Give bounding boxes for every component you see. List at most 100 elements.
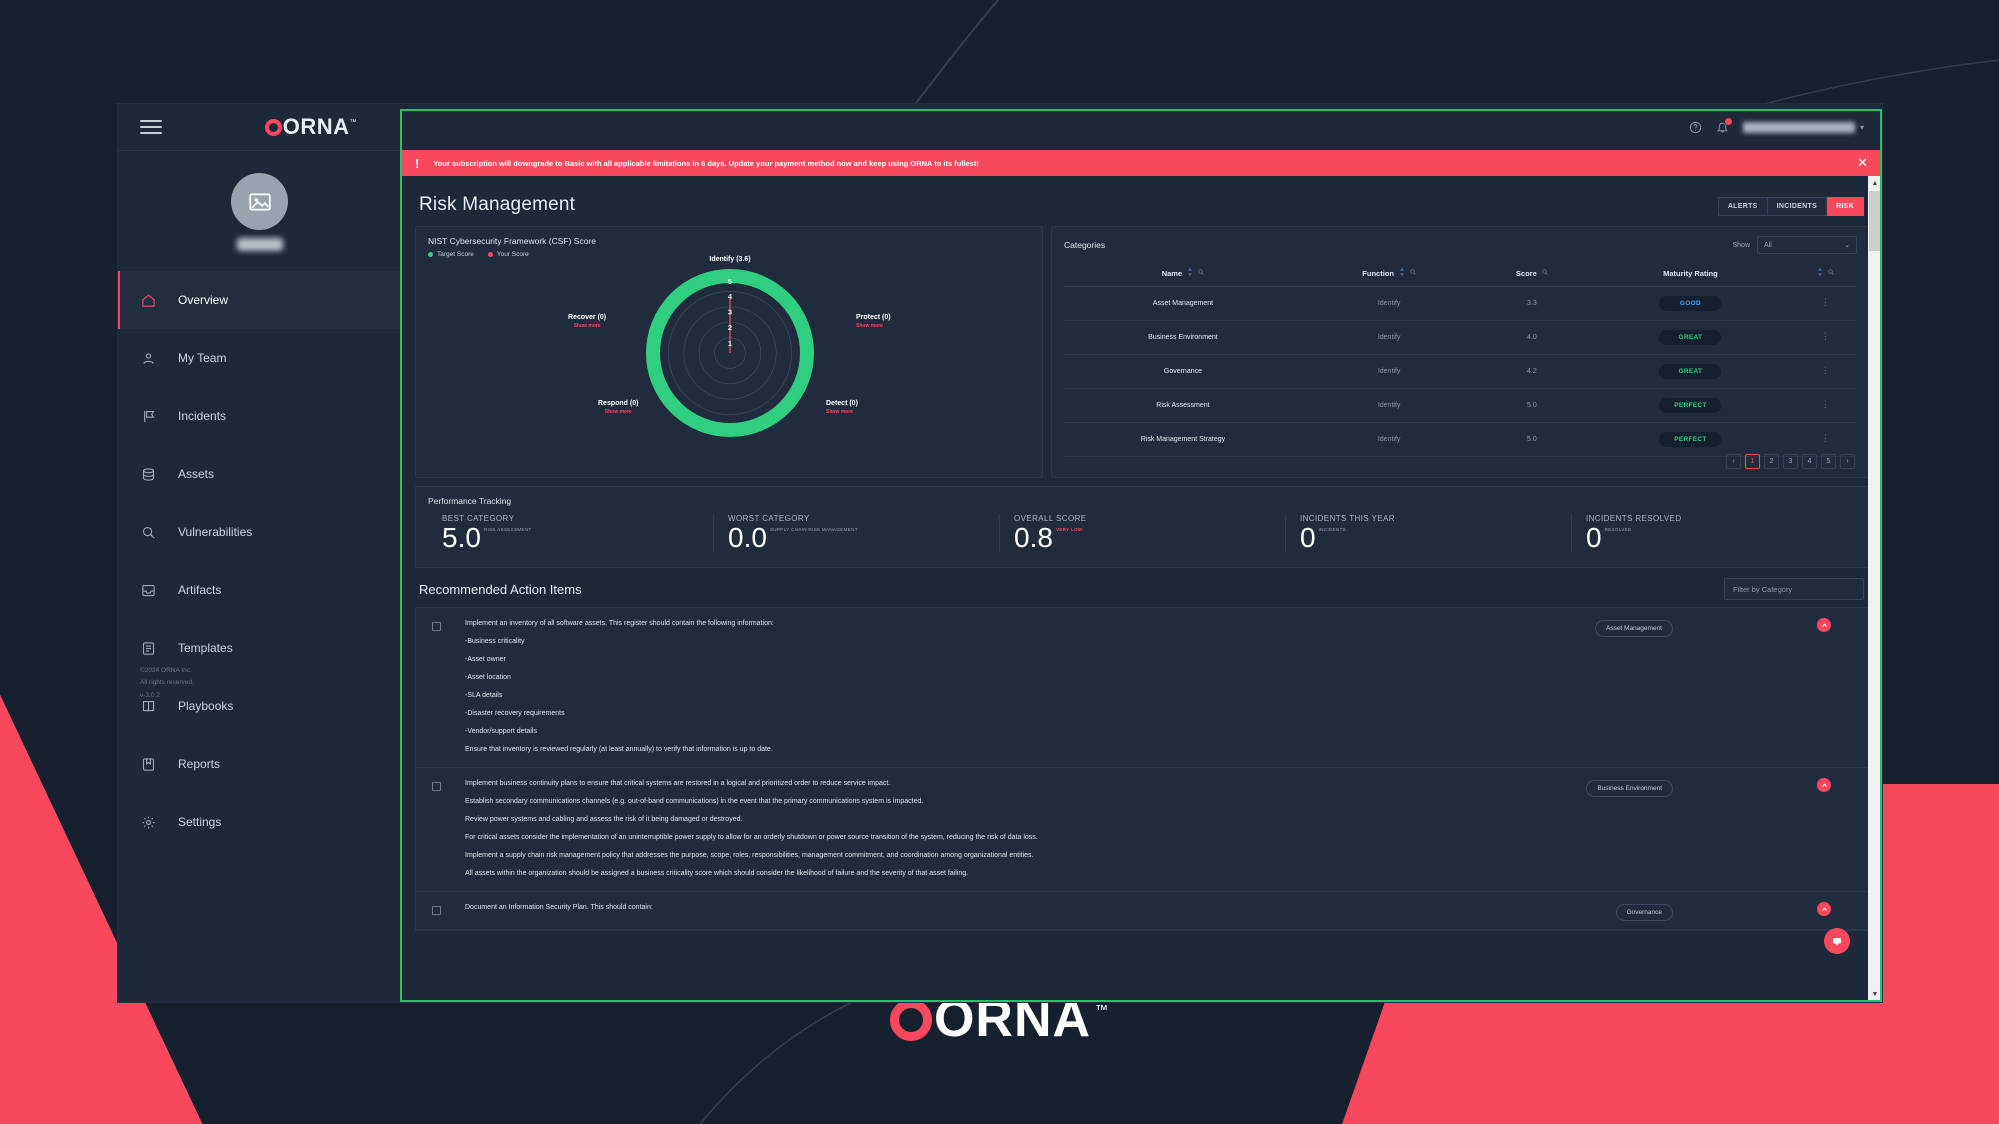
tab-incidents[interactable]: INCIDENTS [1767, 196, 1828, 216]
action-line: -Disaster recovery requirements [465, 710, 565, 717]
kpi-worst-category: WORST CATEGORY 0.0 SUPPLY CHAIN RISK MAN… [713, 514, 999, 552]
row-menu-icon[interactable]: ⋮ [1821, 433, 1830, 443]
close-icon[interactable]: ✕ [1857, 155, 1868, 171]
sidebar-logo[interactable]: ORNA™ [264, 114, 357, 140]
kpi-sublabel: SUPPLY CHAIN RISK MANAGEMENT [769, 527, 858, 532]
categories-table: Name Function Score Maturity Rating Asse… [1064, 262, 1857, 457]
help-circle-icon[interactable] [1689, 121, 1702, 134]
row-menu-icon[interactable]: ⋮ [1821, 365, 1830, 375]
page-2[interactable]: 2 [1764, 454, 1779, 469]
sort-icon[interactable] [1399, 268, 1405, 278]
show-more-respond[interactable]: Show more [598, 409, 638, 415]
chevron-up-icon [1821, 783, 1827, 787]
collapse-button[interactable] [1817, 778, 1831, 792]
sidebar-item-label: Incidents [178, 409, 227, 423]
avatar[interactable] [231, 173, 288, 230]
sidebar-item-vulnerabilities[interactable]: Vulnerabilities [118, 503, 401, 561]
bell-icon[interactable] [1716, 116, 1733, 134]
row-menu-icon[interactable]: ⋮ [1821, 399, 1830, 409]
categories-table-body: Asset Management Identify 3.3 GOOD ⋮ Bus… [1064, 286, 1857, 457]
sort-icon[interactable] [1187, 268, 1193, 278]
category-chip[interactable]: Governance [1615, 904, 1673, 921]
action-item-checkbox[interactable] [432, 782, 441, 791]
action-item-checkbox[interactable] [432, 906, 441, 915]
kpi-sublabel: RESOLVED [1604, 527, 1632, 532]
page-1[interactable]: 1 [1745, 454, 1760, 469]
sidebar-item-label: Templates [178, 641, 233, 655]
search-icon[interactable] [1198, 268, 1204, 278]
th-function: Function [1301, 262, 1477, 287]
show-more-recover[interactable]: Show more [568, 323, 606, 329]
sidebar-item-assets[interactable]: Assets [118, 445, 401, 503]
page-next[interactable]: › [1840, 454, 1855, 469]
category-chip[interactable]: Asset Management [1594, 620, 1673, 637]
cell-maturity: GREAT [1587, 320, 1794, 355]
sidebar-item-settings[interactable]: Settings [118, 793, 401, 851]
kpi-row: BEST CATEGORY 5.0 RISK ASSESSMENT WORST … [428, 514, 1857, 552]
scrollbar-thumb[interactable] [1869, 191, 1881, 251]
kpi-label: INCIDENTS THIS YEAR [1300, 514, 1395, 523]
cell-function: Identify [1301, 422, 1477, 457]
show-more-protect[interactable]: Show more [856, 323, 891, 329]
cell-function: Identify [1301, 354, 1477, 389]
table-row[interactable]: Governance Identify 4.2 GREAT ⋮ [1064, 354, 1857, 389]
performance-title: Performance Tracking [428, 496, 512, 506]
support-chat-button[interactable] [1824, 928, 1850, 954]
cell-name: Risk Management Strategy [1064, 422, 1302, 457]
filter-by-category-input[interactable]: Filter by Category [1724, 578, 1864, 600]
sidebar-header: ORNA™ [118, 104, 401, 150]
search-icon[interactable] [1828, 268, 1834, 278]
collapse-button[interactable] [1817, 902, 1831, 916]
user-menu[interactable]: ▾ [1742, 121, 1864, 133]
action-item-checkbox[interactable] [432, 622, 441, 631]
row-menu-icon[interactable]: ⋮ [1821, 297, 1830, 307]
page-5[interactable]: 5 [1821, 454, 1836, 469]
top-bar: ▾ [401, 104, 1882, 150]
table-row[interactable]: Business Environment Identify 4.0 GREAT … [1064, 320, 1857, 355]
collapse-button[interactable] [1817, 618, 1831, 632]
chevron-up-icon [1821, 623, 1827, 627]
tab-risk[interactable]: RISK [1827, 196, 1864, 216]
main-area: ▾ ! Your subscription will downgrade to … [401, 104, 1882, 1002]
page-3[interactable]: 3 [1783, 454, 1798, 469]
page-4[interactable]: 4 [1802, 454, 1817, 469]
sidebar-item-artifacts[interactable]: Artifacts [118, 561, 401, 619]
search-icon[interactable] [1542, 268, 1548, 278]
scrollbar-track[interactable] [1869, 251, 1881, 987]
action-line: -Asset location [465, 674, 511, 681]
user-profile-block [118, 151, 401, 263]
sort-icon[interactable] [1817, 268, 1823, 278]
sidebar-item-my-team[interactable]: My Team [118, 329, 401, 387]
list-item: Document an Information Security Plan. T… [416, 892, 1869, 930]
kpi-best-category: BEST CATEGORY 5.0 RISK ASSESSMENT [428, 514, 713, 552]
vertical-scrollbar[interactable]: ▲ ▼ [1868, 176, 1882, 1002]
category-chip[interactable]: Business Environment [1586, 780, 1673, 797]
status-badge: GREAT [1659, 364, 1722, 379]
show-select[interactable]: All ⌄ [1757, 236, 1857, 254]
legend-dot-your [487, 252, 493, 257]
cell-function: Identify [1301, 286, 1477, 321]
tab-alerts[interactable]: ALERTS [1717, 196, 1768, 216]
table-row[interactable]: Risk Management Strategy Identify 5.0 PE… [1064, 422, 1857, 457]
table-row[interactable]: Risk Assessment Identify 5.0 PERFECT ⋮ [1064, 388, 1857, 423]
sidebar-item-overview[interactable]: Overview [118, 271, 401, 329]
sidebar-nav: Overview My Team Incidents Assets Vulner… [118, 271, 401, 851]
logo-tm: ™ [349, 119, 357, 126]
table-row[interactable]: Asset Management Identify 3.3 GOOD ⋮ [1064, 286, 1857, 321]
chat-icon [1833, 938, 1841, 946]
scroll-up-arrow[interactable]: ▲ [1872, 176, 1879, 191]
cell-actions: ⋮ [1793, 320, 1857, 355]
kpi-incidents-this-year: INCIDENTS THIS YEAR 0 INCIDENTS [1285, 514, 1571, 552]
page-prev[interactable]: ‹ [1726, 454, 1741, 469]
sidebar-item-reports[interactable]: Reports [118, 735, 401, 793]
search-icon[interactable] [1410, 268, 1416, 278]
row-menu-icon[interactable]: ⋮ [1821, 331, 1830, 341]
sidebar-item-label: Artifacts [178, 583, 222, 597]
scroll-down-arrow[interactable]: ▼ [1872, 987, 1879, 1002]
hamburger-menu-icon[interactable] [140, 116, 162, 138]
action-items-list: Implement an inventory of all software a… [415, 607, 1870, 931]
show-more-detect[interactable]: Show more [826, 409, 858, 415]
sidebar-item-incidents[interactable]: Incidents [118, 387, 401, 445]
action-items-header-row: Recommended Action Items Filter by Categ… [419, 578, 1870, 600]
cell-maturity: GOOD [1587, 286, 1794, 321]
